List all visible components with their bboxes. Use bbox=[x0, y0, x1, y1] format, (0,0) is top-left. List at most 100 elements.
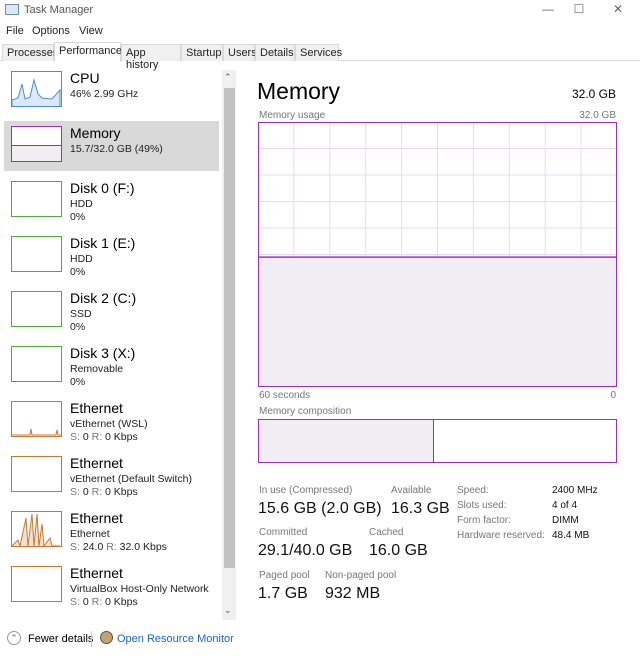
resource-thumbnail bbox=[11, 456, 62, 492]
resource-item[interactable]: GPU 0 bbox=[4, 616, 219, 620]
tab-bar: Processes Performance App history Startu… bbox=[0, 42, 640, 71]
resource-item[interactable]: CPU 46% 2.99 GHz bbox=[4, 66, 219, 116]
receive-label: R: bbox=[106, 541, 117, 553]
resource-item[interactable]: Disk 2 (C:) SSD 0% bbox=[4, 286, 219, 336]
resource-name: CPU bbox=[70, 70, 100, 86]
resource-name: Ethernet bbox=[70, 400, 123, 416]
window-title: Task Manager bbox=[24, 4, 94, 16]
resource-name: Ethernet bbox=[70, 510, 123, 526]
scroll-down-icon[interactable]: ⌄ bbox=[224, 605, 232, 616]
resource-item[interactable]: Ethernet vEthernet (Default Switch) S: 0 … bbox=[4, 451, 219, 501]
resource-item[interactable]: Disk 1 (E:) HDD 0% bbox=[4, 231, 219, 281]
resource-item[interactable]: Disk 3 (X:) Removable 0% bbox=[4, 341, 219, 391]
resource-detail: VirtualBox Host-Only Network bbox=[70, 583, 209, 595]
divider bbox=[91, 631, 92, 647]
minimize-button[interactable]: — bbox=[533, 2, 563, 16]
open-resource-monitor-link[interactable]: Open Resource Monitor bbox=[117, 633, 234, 645]
nonpaged-pool-label: Non-paged pool bbox=[325, 570, 397, 581]
total-memory: 32.0 GB bbox=[571, 87, 616, 101]
receive-label: R: bbox=[91, 486, 103, 498]
maximize-button[interactable]: ☐ bbox=[564, 2, 594, 16]
menu-file[interactable]: File bbox=[6, 25, 24, 37]
network-throughput: S: 0 R: 0 Kbps bbox=[70, 596, 138, 608]
usage-label: Memory usage bbox=[259, 110, 326, 121]
tab-services[interactable]: Services bbox=[295, 44, 342, 61]
resource-usage: 0% bbox=[70, 321, 86, 333]
resource-detail: vEthernet (WSL) bbox=[70, 418, 148, 430]
resource-item[interactable]: Ethernet vEthernet (WSL) S: 0 R: 0 Kbps bbox=[4, 396, 219, 446]
hw-value: 2400 MHz bbox=[552, 485, 598, 496]
tab-app-history[interactable]: App history bbox=[121, 44, 181, 71]
usage-fill bbox=[258, 257, 617, 387]
tab-performance[interactable]: Performance bbox=[54, 42, 122, 62]
resource-name: Disk 1 (E:) bbox=[70, 235, 136, 251]
send-value: 0 bbox=[82, 486, 89, 498]
scroll-up-icon[interactable]: ⌃ bbox=[224, 72, 232, 83]
resource-detail: SSD bbox=[70, 308, 92, 320]
resource-thumbnail bbox=[11, 71, 62, 107]
resource-detail: Ethernet bbox=[70, 528, 110, 540]
resource-usage: 0% bbox=[70, 376, 86, 388]
close-button[interactable]: ✕ bbox=[603, 2, 633, 16]
menu-view[interactable]: View bbox=[79, 25, 103, 37]
resource-detail: 46% 2.99 GHz bbox=[70, 88, 139, 100]
resource-usage: 0% bbox=[70, 266, 86, 278]
resource-thumbnail bbox=[11, 346, 62, 382]
committed-value: 29.1/40.0 GB bbox=[258, 542, 353, 559]
task-manager-icon bbox=[5, 4, 19, 15]
page-title: Memory bbox=[257, 78, 341, 104]
resource-detail: vEthernet (Default Switch) bbox=[70, 473, 192, 485]
scrollbar-thumb[interactable] bbox=[224, 88, 235, 568]
resource-detail: Removable bbox=[70, 363, 124, 375]
send-value: 24.0 bbox=[82, 541, 104, 553]
resource-name: Ethernet bbox=[70, 565, 123, 581]
hw-value: DIMM bbox=[552, 515, 579, 526]
resource-name: Disk 3 (X:) bbox=[70, 345, 136, 361]
hw-value: 4 of 4 bbox=[552, 500, 578, 511]
hw-key: Hardware reserved: bbox=[457, 530, 545, 541]
send-label: S: bbox=[70, 431, 80, 443]
receive-label: R: bbox=[91, 431, 103, 443]
resource-item[interactable]: Ethernet VirtualBox Host-Only Network S: … bbox=[4, 561, 219, 611]
cached-label: Cached bbox=[369, 527, 404, 538]
receive-value: 0 Kbps bbox=[105, 596, 138, 608]
resource-detail: HDD bbox=[70, 198, 93, 210]
chevron-up-icon[interactable]: ⌃ bbox=[7, 631, 21, 645]
title-bar: Task Manager — ☐ ✕ bbox=[0, 0, 640, 20]
network-throughput: S: 0 R: 0 Kbps bbox=[70, 431, 138, 443]
resource-thumbnail bbox=[11, 566, 62, 602]
resource-item[interactable]: Ethernet Ethernet S: 24.0 R: 32.0 Kbps bbox=[4, 506, 219, 556]
menu-options[interactable]: Options bbox=[32, 25, 70, 37]
resource-monitor-icon bbox=[100, 631, 113, 644]
receive-value: 32.0 Kbps bbox=[119, 541, 167, 553]
send-label: S: bbox=[70, 486, 80, 498]
resource-name: Disk 0 (F:) bbox=[70, 180, 135, 196]
hw-key: Form factor: bbox=[457, 515, 511, 526]
available-label: Available bbox=[391, 485, 432, 496]
send-label: S: bbox=[70, 541, 80, 553]
paged-pool-label: Paged pool bbox=[259, 570, 310, 581]
tab-users[interactable]: Users bbox=[223, 44, 257, 61]
memory-usage-graph bbox=[258, 122, 617, 387]
footer: ⌃ Fewer details Open Resource Monitor bbox=[0, 625, 640, 655]
network-throughput: S: 0 R: 0 Kbps bbox=[70, 486, 138, 498]
resource-item[interactable]: Memory 15.7/32.0 GB (49%) bbox=[4, 121, 219, 171]
resource-name: Disk 2 (C:) bbox=[70, 290, 137, 306]
tab-startup[interactable]: Startup bbox=[181, 44, 223, 61]
composition-in-use[interactable] bbox=[259, 420, 434, 462]
resource-thumbnail bbox=[11, 511, 62, 548]
memory-composition-bar bbox=[258, 419, 617, 463]
tab-processes[interactable]: Processes bbox=[2, 44, 58, 61]
send-value: 0 bbox=[82, 596, 89, 608]
tab-details[interactable]: Details bbox=[255, 44, 295, 61]
usage-max: 32.0 GB bbox=[579, 110, 616, 121]
resource-thumbnail bbox=[11, 291, 62, 327]
fewer-details-button[interactable]: Fewer details bbox=[28, 633, 93, 645]
time-axis-end: 0 bbox=[610, 390, 616, 401]
in-use-label: In use (Compressed) bbox=[259, 485, 353, 496]
resource-item[interactable]: Disk 0 (F:) HDD 0% bbox=[4, 176, 219, 226]
hw-key: Slots used: bbox=[457, 500, 507, 511]
receive-label: R: bbox=[91, 596, 103, 608]
resource-thumbnail bbox=[11, 236, 62, 272]
network-throughput: S: 24.0 R: 32.0 Kbps bbox=[70, 541, 167, 553]
